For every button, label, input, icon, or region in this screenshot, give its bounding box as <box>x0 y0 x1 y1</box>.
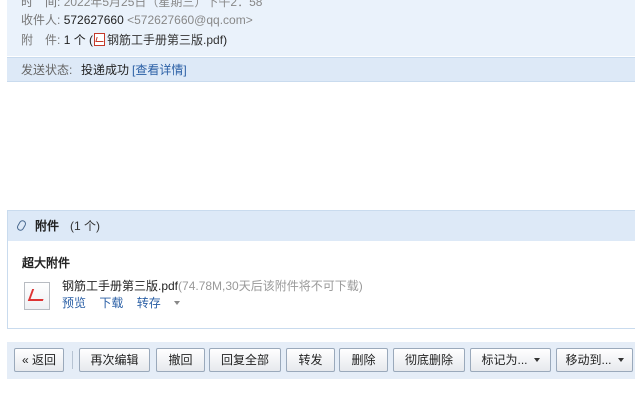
preview-link[interactable]: 预览 <box>62 296 86 310</box>
recipient-email[interactable]: <572627660@qq.com> <box>127 13 253 27</box>
large-attachment-label: 超大附件 <box>22 256 71 270</box>
send-status-bar: 发送状态: 投递成功 [查看详情] <box>7 57 635 82</box>
paperclip-icon <box>15 218 28 233</box>
chevron-down-icon <box>617 358 624 362</box>
attachment-row: 附 件: 1 个 ( 钢筋工手册第三版.pdf) <box>21 31 227 49</box>
move-to-label: 移动到... <box>565 353 612 367</box>
status-value-wrap: 投递成功 [查看详情] <box>81 58 187 83</box>
status-value: 投递成功 <box>81 63 130 77</box>
file-meta: (74.78M,30天后该附件将不可下载) <box>178 279 363 293</box>
status-label: 发送状态: <box>21 63 73 77</box>
pdf-icon <box>94 33 106 46</box>
save-dropdown[interactable]: 转存 <box>137 296 190 310</box>
chevron-down-icon <box>173 301 180 305</box>
action-toolbar: « 返回 再次编辑 撤回 回复全部 转发 删除 彻底删除 标记为... 移动到.… <box>7 342 635 379</box>
attach-label: 附 件: <box>21 33 61 47</box>
mark-as-label: 标记为... <box>481 353 528 367</box>
attachments-panel: 附件 (1 个) 超大附件 钢筋工手册第三版.pdf(74.78M,30天后该附… <box>7 210 635 329</box>
download-link[interactable]: 下载 <box>99 296 123 310</box>
file-name[interactable]: 钢筋工手册第三版.pdf <box>62 279 178 293</box>
delete-button[interactable]: 删除 <box>339 348 388 372</box>
recipient-label: 收件人: <box>21 13 61 27</box>
attach-count: 1 个 ( <box>63 33 94 47</box>
view-details-link[interactable]: [查看详情] <box>132 63 187 77</box>
file-name-row: 钢筋工手册第三版.pdf(74.78M,30天后该附件将不可下载) <box>62 277 363 294</box>
pdf-file-icon[interactable] <box>24 282 50 310</box>
save-link[interactable]: 转存 <box>137 296 161 310</box>
edit-again-button[interactable]: 再次编辑 <box>79 348 150 372</box>
file-actions: 预览 下载 转存 <box>62 294 200 311</box>
recipient-row: 收件人: 572627660 <572627660@qq.com> <box>21 11 253 29</box>
attachments-header: 附件 (1 个) <box>8 211 635 241</box>
toolbar-divider <box>72 351 73 369</box>
time-label: 时 间: <box>21 0 61 9</box>
time-row: 时 间: 2022年5月25日（星期三）下午2：58 <box>21 0 262 11</box>
mail-header: 时 间: 2022年5月25日（星期三）下午2：58 收件人: 57262766… <box>7 0 635 56</box>
chevron-down-icon <box>533 358 540 362</box>
back-button[interactable]: « 返回 <box>14 348 64 372</box>
attachments-title: 附件 <box>35 219 60 233</box>
recipient-name[interactable]: 572627660 <box>64 13 124 27</box>
attach-close: ) <box>223 33 228 47</box>
attachments-count: (1 个) <box>70 219 101 233</box>
mark-as-dropdown[interactable]: 标记为... <box>470 348 551 372</box>
delete-permanently-button[interactable]: 彻底删除 <box>393 348 465 372</box>
attach-file-link[interactable]: 钢筋工手册第三版.pdf <box>107 33 223 47</box>
move-to-dropdown[interactable]: 移动到... <box>556 348 633 372</box>
recall-button[interactable]: 撤回 <box>156 348 205 372</box>
reply-all-button[interactable]: 回复全部 <box>209 348 281 372</box>
time-value: 2022年5月25日（星期三）下午2：58 <box>63 0 263 9</box>
forward-button[interactable]: 转发 <box>286 348 335 372</box>
